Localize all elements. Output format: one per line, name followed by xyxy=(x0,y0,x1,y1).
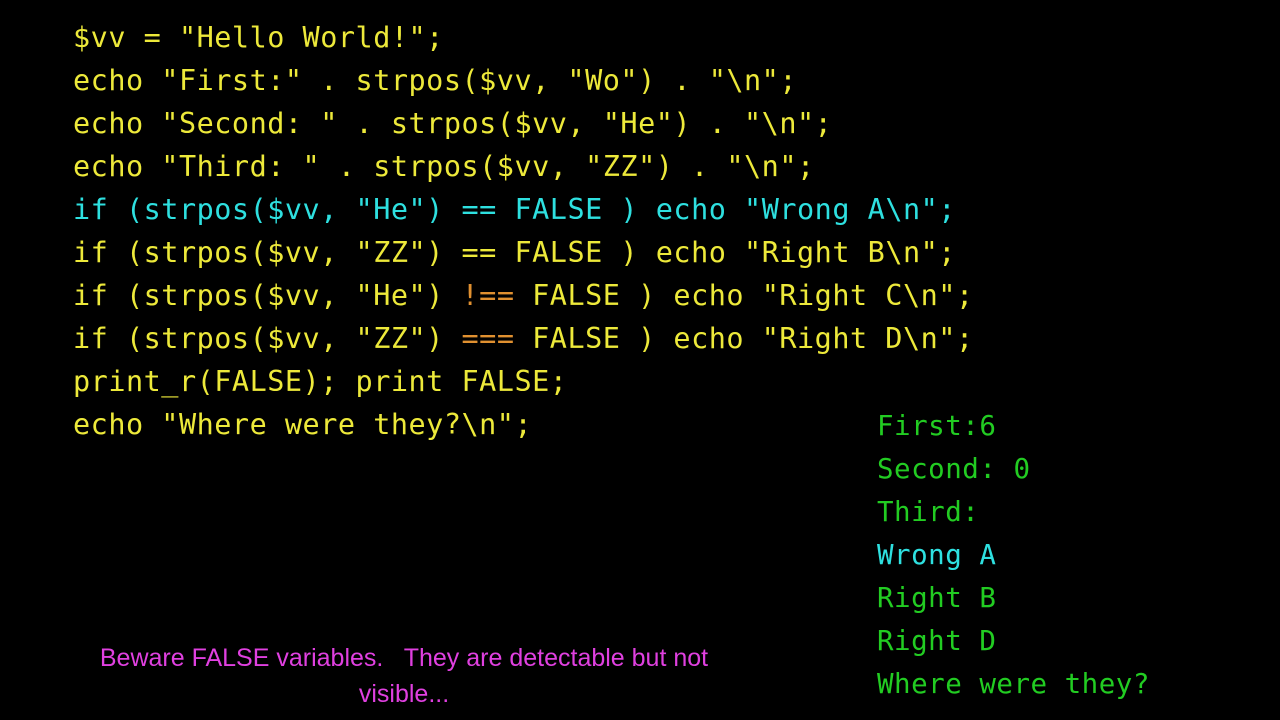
code-text: $vv = "Hello World!"; xyxy=(73,21,444,54)
caption-line-2: visible... xyxy=(358,680,450,708)
code-segment-pre: if (strpos($vv, "ZZ") xyxy=(73,322,462,355)
code-segment-pre: if (strpos($vv, "He") xyxy=(73,279,462,312)
code-line: print_r(FALSE); print FALSE; xyxy=(73,360,1263,403)
caption-line-1: Beware FALSE variables. They are detecta… xyxy=(99,644,709,672)
code-text: echo "First:" . strpos($vv, "Wo") . "\n"… xyxy=(73,64,797,97)
caption: Beware FALSE variables. They are detecta… xyxy=(20,640,788,712)
output-line: Right D xyxy=(877,625,997,657)
code-segment-post: FALSE ) echo "Right D\n"; xyxy=(514,322,974,355)
code-listing: $vv = "Hello World!"; echo "First:" . str… xyxy=(73,16,1263,446)
output-line: Right B xyxy=(877,582,997,614)
output-line: Second: 0 xyxy=(877,453,1031,485)
code-text: echo "Where were they?\n"; xyxy=(73,408,533,441)
program-output-panel: First:6 Second: 0 Third: Wrong A Right B Righ… xyxy=(877,405,1277,706)
code-segment-pre: if (strpos($vv, "ZZ") xyxy=(73,236,462,269)
output-line: Third: xyxy=(877,496,980,528)
output-line: Wrong A xyxy=(877,539,997,571)
output-line: First:6 xyxy=(877,410,997,442)
comparison-operator: == xyxy=(461,236,497,269)
comparison-operator: == xyxy=(461,193,497,226)
output-line: Where were they? xyxy=(877,668,1150,700)
comparison-operator: !== xyxy=(461,279,515,312)
code-segment-post: FALSE ) echo "Right B\n"; xyxy=(496,236,956,269)
comparison-operator: === xyxy=(461,322,515,355)
code-line: if (strpos($vv, "He") !== FALSE ) echo "… xyxy=(73,274,1263,317)
code-line: if (strpos($vv, "ZZ") == FALSE ) echo "R… xyxy=(73,231,1263,274)
code-text: echo "Third: " . strpos($vv, "ZZ") . "\n… xyxy=(73,150,815,183)
code-segment-pre: if (strpos($vv, "He") xyxy=(73,193,462,226)
code-text: echo "Second: " . strpos($vv, "He") . "\… xyxy=(73,107,833,140)
code-line: echo "Second: " . strpos($vv, "He") . "\… xyxy=(73,102,1263,145)
code-line: if (strpos($vv, "He") == FALSE ) echo "W… xyxy=(73,188,1263,231)
code-segment-post: FALSE ) echo "Wrong A\n"; xyxy=(496,193,956,226)
code-line: echo "Third: " . strpos($vv, "ZZ") . "\n… xyxy=(73,145,1263,188)
code-line: if (strpos($vv, "ZZ") === FALSE ) echo "… xyxy=(73,317,1263,360)
code-segment-post: FALSE ) echo "Right C\n"; xyxy=(514,279,974,312)
code-text: print_r(FALSE); print FALSE; xyxy=(73,365,568,398)
code-line: $vv = "Hello World!"; xyxy=(73,16,1263,59)
code-line: echo "First:" . strpos($vv, "Wo") . "\n"… xyxy=(73,59,1263,102)
